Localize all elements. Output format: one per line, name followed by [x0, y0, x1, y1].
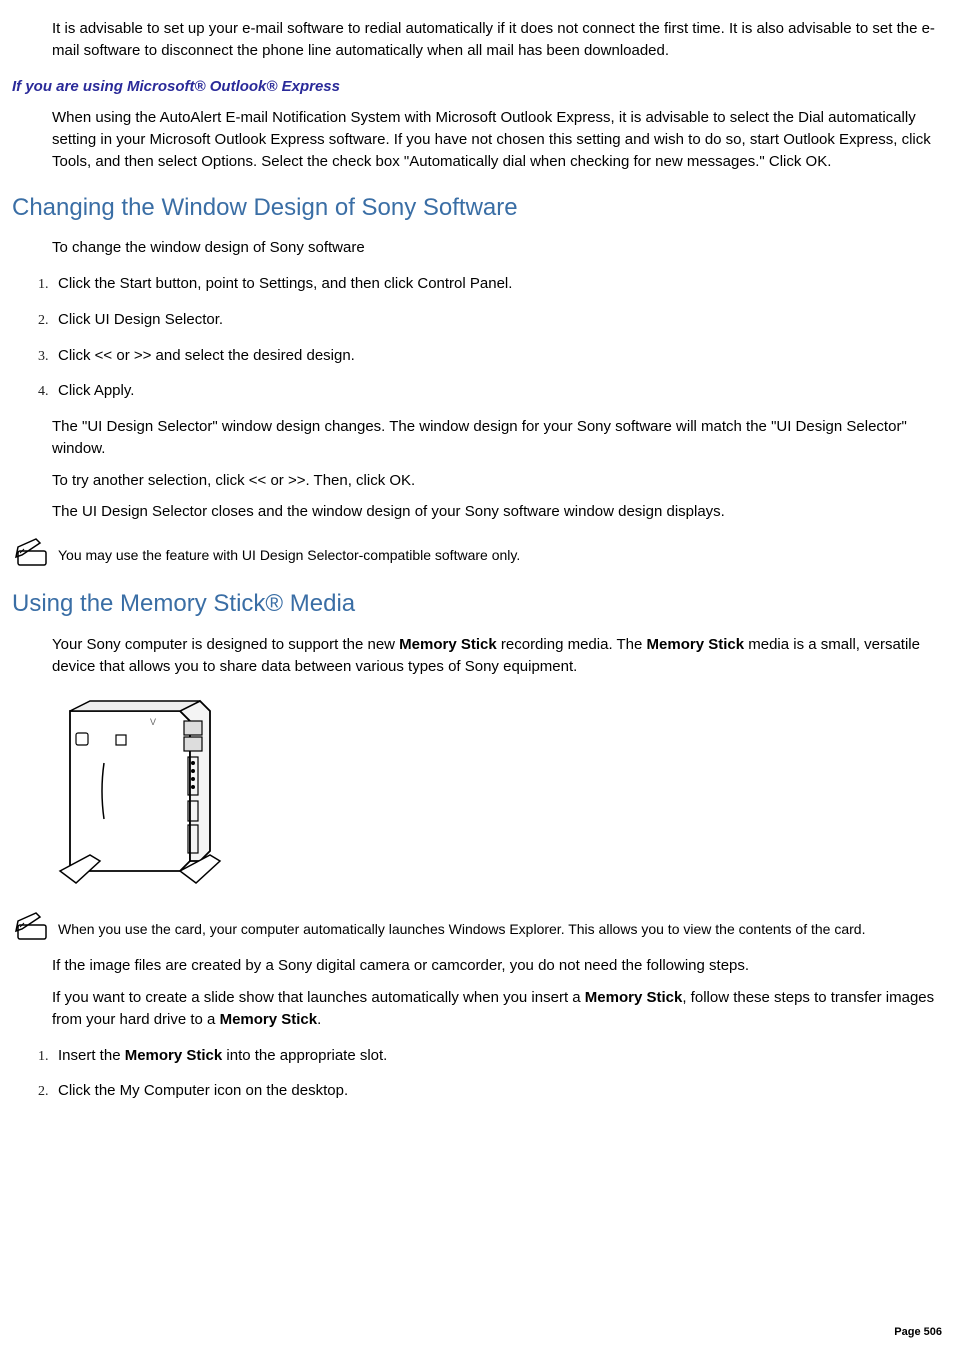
step-1: Insert the Memory Stick into the appropr…	[52, 1045, 942, 1067]
note-text: When you use the card, your computer aut…	[58, 909, 942, 940]
step-2: Click the My Computer icon on the deskto…	[52, 1080, 942, 1102]
page-number: Page 506	[894, 1325, 942, 1341]
text-fragment: Your Sony computer is designed to suppor…	[52, 636, 399, 653]
bold-memory-stick: Memory Stick	[647, 636, 745, 653]
if-image-files-paragraph: If the image files are created by a Sony…	[52, 955, 942, 977]
intro-paragraph: It is advisable to set up your e-mail so…	[52, 18, 942, 62]
pencil-note-icon	[12, 535, 50, 569]
text-fragment: Insert the	[58, 1047, 125, 1064]
ui-design-paragraph-2: To try another selection, click << or >>…	[52, 470, 942, 492]
ui-design-paragraph-1: The "UI Design Selector" window design c…	[52, 416, 942, 460]
step-1: Click the Start button, point to Setting…	[52, 273, 942, 295]
note-text: You may use the feature with UI Design S…	[58, 535, 942, 566]
text-fragment: .	[317, 1011, 321, 1028]
steps-list-ui-design: Click the Start button, point to Setting…	[24, 273, 942, 402]
heading-memory-stick: Using the Memory Stick® Media	[12, 587, 942, 622]
bold-memory-stick: Memory Stick	[220, 1011, 318, 1028]
text-fragment: If you want to create a slide show that …	[52, 989, 585, 1006]
pencil-note-icon	[12, 909, 50, 943]
svg-text:V: V	[150, 717, 156, 727]
note-ui-design: You may use the feature with UI Design S…	[12, 535, 942, 569]
steps-list-memory-stick: Insert the Memory Stick into the appropr…	[24, 1045, 942, 1103]
memory-stick-intro: Your Sony computer is designed to suppor…	[52, 634, 942, 678]
bold-memory-stick: Memory Stick	[585, 989, 683, 1006]
note-windows-explorer: When you use the card, your computer aut…	[12, 909, 942, 943]
step-2: Click UI Design Selector.	[52, 309, 942, 331]
bold-memory-stick: Memory Stick	[125, 1047, 223, 1064]
text-fragment: into the appropriate slot.	[222, 1047, 387, 1064]
outlook-paragraph: When using the AutoAlert E-mail Notifica…	[52, 107, 942, 172]
slide-show-paragraph: If you want to create a slide show that …	[52, 987, 942, 1031]
bold-memory-stick: Memory Stick	[399, 636, 497, 653]
heading-changing-window-design: Changing the Window Design of Sony Softw…	[12, 191, 942, 226]
step-4: Click Apply.	[52, 380, 942, 402]
step-3: Click << or >> and select the desired de…	[52, 345, 942, 367]
text-fragment: recording media. The	[497, 636, 647, 653]
ui-design-paragraph-3: The UI Design Selector closes and the wi…	[52, 501, 942, 523]
to-change-paragraph: To change the window design of Sony soft…	[52, 237, 942, 259]
computer-tower-illustration: V	[52, 693, 232, 893]
outlook-subheading: If you are using Microsoft® Outlook® Exp…	[12, 76, 942, 98]
